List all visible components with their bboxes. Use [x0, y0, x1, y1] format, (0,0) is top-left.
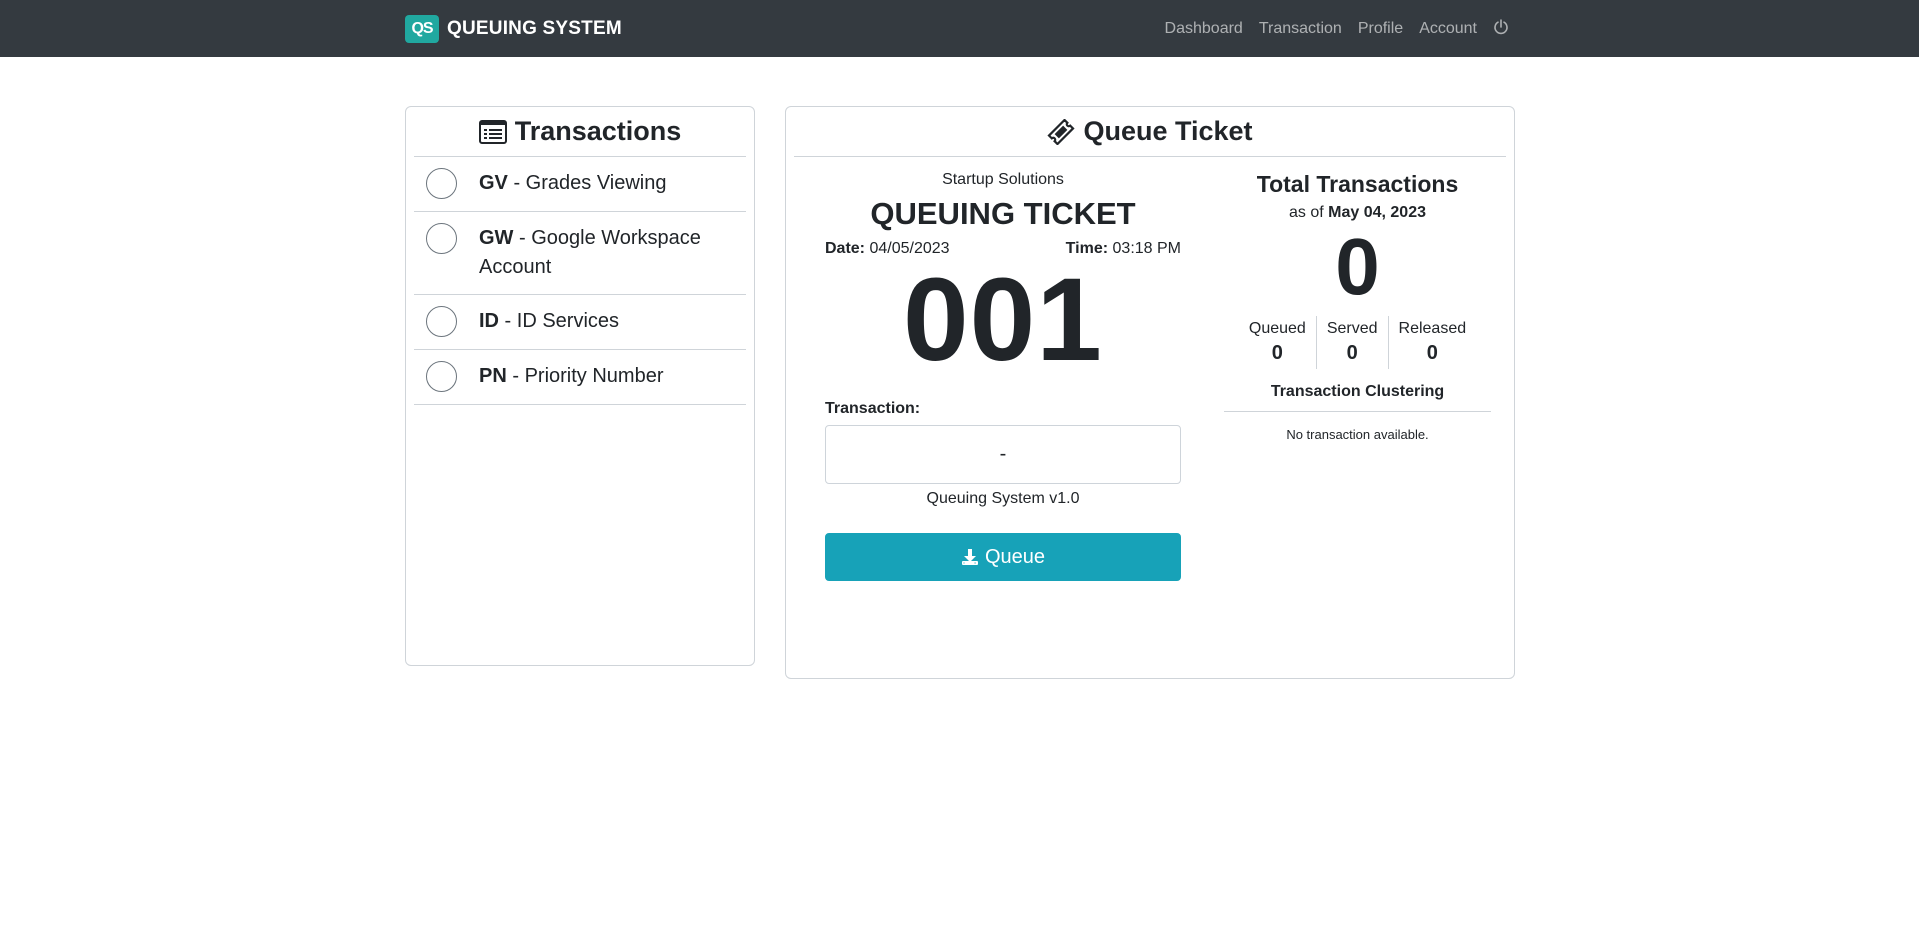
nav-link-dashboard[interactable]: Dashboard: [1165, 20, 1243, 38]
ticket-number: 001: [903, 254, 1103, 386]
version-text: Queuing System v1.0: [926, 490, 1080, 507]
transaction-option-label: GV - Grades Viewing: [479, 172, 667, 194]
queue-ticket-card: Queue Ticket Startup Solutions QUEUING T…: [785, 106, 1515, 679]
transaction-list: GV - Grades Viewing GW - Google Workspac…: [414, 157, 746, 405]
transaction-option-gv[interactable]: GV - Grades Viewing: [414, 157, 746, 212]
power-icon: [1494, 19, 1508, 35]
radio-button[interactable]: [426, 361, 457, 392]
stats-title: Total Transactions: [1256, 171, 1459, 197]
transaction-option-label: ID - ID Services: [479, 310, 620, 332]
stat-queued: Queued 0: [1239, 316, 1316, 369]
transactions-card: Transactions GV - Grades Viewing GW - Go…: [405, 106, 755, 666]
stat-released: Released 0: [1387, 316, 1477, 369]
radio-button[interactable]: [426, 168, 457, 199]
nav-link-profile[interactable]: Profile: [1358, 20, 1403, 38]
transaction-option-gw[interactable]: GW - Google Workspace Account: [414, 212, 746, 295]
ticket-preview: Startup Solutions QUEUING TICKET Date: 0…: [825, 171, 1181, 581]
logout-button[interactable]: [1493, 18, 1509, 40]
transaction-option-id[interactable]: ID - ID Services: [414, 295, 746, 350]
queue-button[interactable]: Queue: [825, 533, 1181, 581]
ticket-title: QUEUING TICKET: [870, 196, 1136, 231]
stat-served: Served 0: [1315, 316, 1388, 369]
queue-button-label: Queue: [984, 545, 1046, 568]
transactions-title: Transactions: [514, 116, 682, 146]
stats-panel: Total Transactions as of May 04, 2023 0 …: [1224, 171, 1491, 442]
stat-label: Queued: [1248, 320, 1306, 337]
stat-value: 0: [1426, 342, 1438, 364]
stat-label: Served: [1326, 320, 1378, 337]
transaction-display: -: [825, 425, 1181, 484]
transaction-label: Transaction:: [825, 400, 921, 417]
download-icon: [961, 549, 978, 565]
transaction-option-pn[interactable]: PN - Priority Number: [414, 350, 746, 405]
transaction-option-label: GW - Google Workspace Account: [479, 227, 701, 278]
stat-value: 0: [1271, 342, 1283, 364]
clustering-title: Transaction Clustering: [1224, 383, 1491, 412]
brand-logo-icon: QS: [405, 15, 439, 43]
brand-title: QUEUING SYSTEM: [447, 18, 622, 39]
clustering-empty-message: No transaction available.: [1286, 427, 1429, 442]
transaction-option-label: PN - Priority Number: [479, 365, 664, 387]
nav-links: Dashboard Transaction Profile Account: [1165, 18, 1509, 40]
transactions-header: Transactions: [414, 107, 746, 157]
company-name: Startup Solutions: [942, 171, 1064, 188]
radio-button[interactable]: [426, 306, 457, 337]
brand[interactable]: QS QUEUING SYSTEM: [405, 15, 622, 43]
nav-link-transaction[interactable]: Transaction: [1259, 20, 1342, 38]
stat-value: 0: [1346, 342, 1358, 364]
ticket-icon: [1047, 118, 1076, 145]
navbar: QS QUEUING SYSTEM Dashboard Transaction …: [0, 0, 1919, 57]
queue-ticket-title: Queue Ticket: [1083, 116, 1253, 146]
radio-button[interactable]: [426, 223, 457, 254]
stats-breakdown: Queued 0 Served 0 Released 0: [1224, 316, 1491, 369]
nav-link-account[interactable]: Account: [1419, 20, 1477, 38]
stats-total: 0: [1335, 222, 1380, 311]
list-icon: [478, 119, 507, 144]
queue-ticket-header: Queue Ticket: [794, 107, 1506, 157]
stat-label: Released: [1398, 320, 1467, 337]
stats-as-of: as of May 04, 2023: [1289, 204, 1426, 221]
